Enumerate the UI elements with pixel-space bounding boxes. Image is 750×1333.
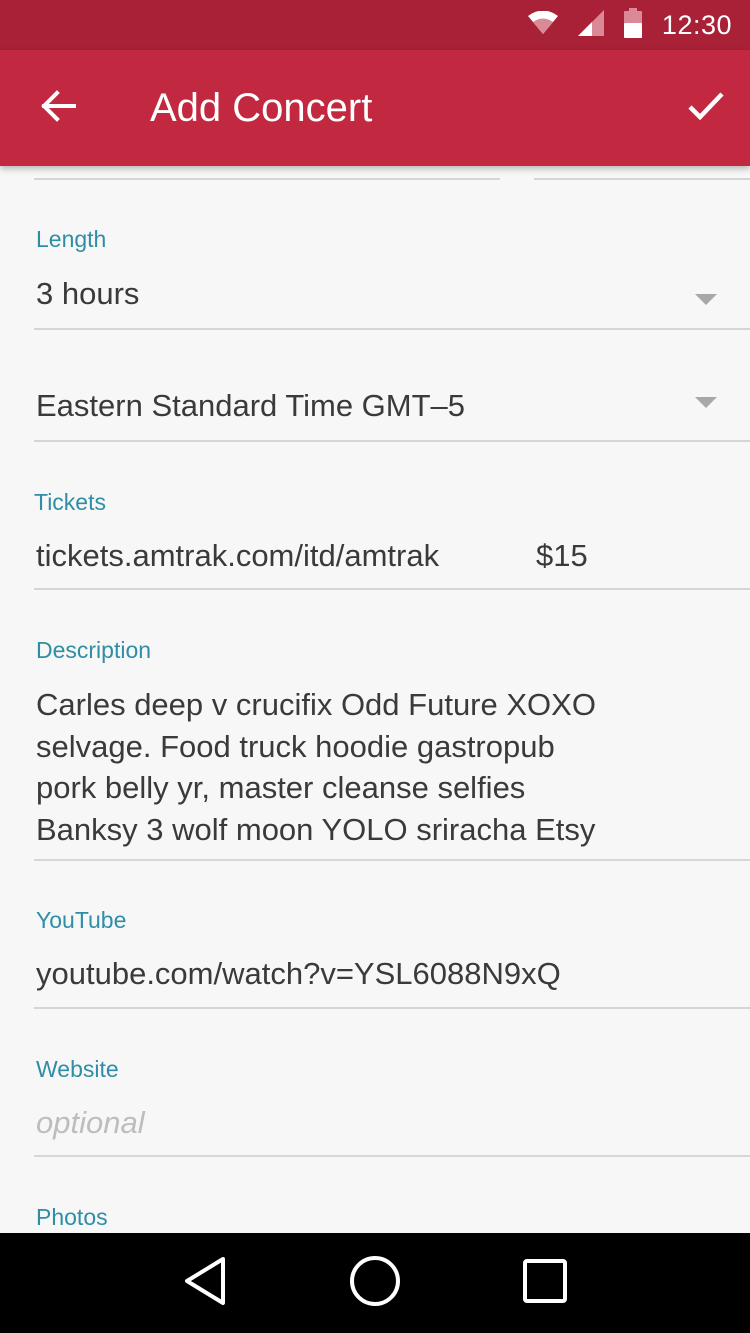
length-value[interactable]: 3 hours <box>36 276 139 312</box>
website-label: Website <box>36 1056 119 1082</box>
description-line: selvage. Food truck hoodie gastropub <box>36 728 555 764</box>
nav-back-button[interactable] <box>170 1248 240 1318</box>
website-input[interactable]: optional <box>36 1105 145 1141</box>
previous-field-underline-right <box>534 178 750 180</box>
nav-home-icon <box>348 1254 402 1313</box>
nav-recents-button[interactable] <box>510 1248 580 1318</box>
tickets-label: Tickets <box>34 489 106 515</box>
description-line: Carles deep v crucifix Odd Future XOXO <box>36 687 596 722</box>
length-label: Length <box>36 226 107 252</box>
check-icon <box>688 91 724 126</box>
timezone-underline <box>34 440 750 442</box>
description-underline <box>34 859 750 861</box>
timezone-value[interactable]: Eastern Standard Time GMT–5 <box>36 388 465 424</box>
photos-label: Photos <box>36 1204 108 1230</box>
previous-field-underline-left <box>34 178 500 180</box>
save-button[interactable] <box>676 78 736 138</box>
description-input[interactable]: Carles deep v crucifix Odd Future XOXO s… <box>36 684 736 850</box>
page-title: Add Concert <box>150 86 373 130</box>
app-bar: Add Concert <box>0 50 750 166</box>
website-underline <box>34 1155 750 1157</box>
nav-recents-icon <box>521 1257 569 1310</box>
youtube-input[interactable]: youtube.com/watch?v=YSL6088N9xQ <box>36 956 561 992</box>
nav-home-button[interactable] <box>340 1248 410 1318</box>
tickets-price-input[interactable]: $15 <box>536 538 588 574</box>
status-icons: 12:30 <box>527 0 732 50</box>
youtube-label: YouTube <box>36 907 127 933</box>
timezone-dropdown-icon[interactable] <box>695 397 717 408</box>
description-line: pork belly yr, master cleanse selfies <box>36 770 526 805</box>
description-line: Banksy 3 wolf moon YOLO sriracha Etsy <box>36 811 596 847</box>
length-dropdown-icon[interactable] <box>695 294 717 305</box>
navigation-bar <box>0 1233 750 1333</box>
length-underline <box>34 328 750 330</box>
tickets-url-input[interactable]: tickets.amtrak.com/itd/amtrak <box>36 538 439 574</box>
concert-form[interactable]: Length 3 hours Eastern Standard Time GMT… <box>0 166 750 1233</box>
tickets-underline <box>34 588 750 590</box>
battery-icon <box>623 7 642 43</box>
status-bar: 12:30 <box>0 0 750 50</box>
arrow-back-icon <box>40 89 76 127</box>
back-button[interactable] <box>26 80 90 136</box>
wifi-icon <box>527 10 558 40</box>
cell-signal-icon <box>577 9 604 41</box>
nav-back-icon <box>181 1255 229 1312</box>
description-label: Description <box>36 637 152 663</box>
clock: 12:30 <box>661 9 732 40</box>
youtube-underline <box>34 1007 750 1009</box>
